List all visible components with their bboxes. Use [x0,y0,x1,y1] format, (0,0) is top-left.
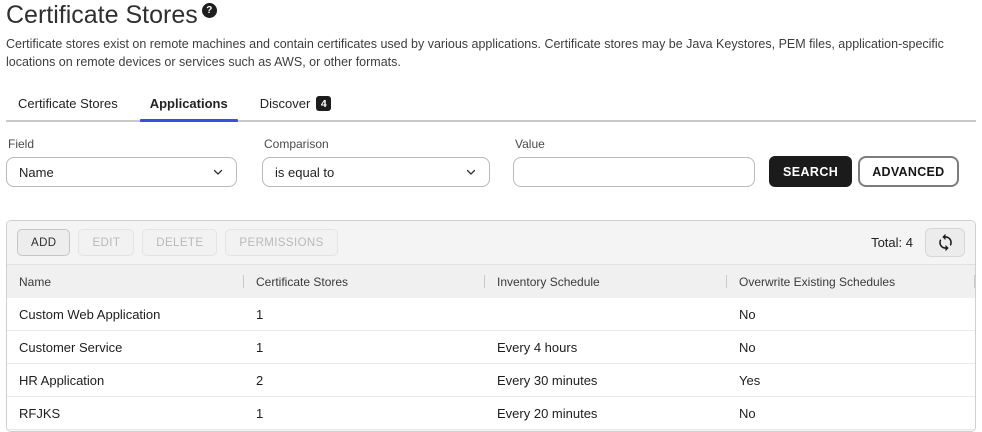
cell-inventory-schedule: Every 30 minutes [485,364,727,396]
tab-applications[interactable]: Applications [140,96,238,120]
add-button[interactable]: ADD [17,229,70,256]
table-header: Name Certificate Stores Inventory Schedu… [7,264,975,298]
cell-overwrite: Yes [727,364,975,396]
certificate-stores-page: Certificate Stores ? Certificate stores … [0,0,982,432]
comparison-select[interactable]: is equal to [262,157,490,187]
tab-certificate-stores[interactable]: Certificate Stores [8,96,128,120]
edit-button[interactable]: EDIT [78,229,134,256]
column-header-name[interactable]: Name [7,265,244,298]
field-select[interactable]: Name [6,157,237,187]
table-toolbar: ADD EDIT DELETE PERMISSIONS Total: 4 [7,221,975,264]
table-row[interactable]: Customer Service 1 Every 4 hours No [7,331,975,364]
search-form: Field Name Comparison is equal to Value … [6,137,976,187]
chevron-down-icon [212,166,224,178]
value-label: Value [515,137,755,151]
field-selected-value: Name [19,165,54,180]
cell-inventory-schedule: Every 4 hours [485,331,727,363]
column-header-overwrite-existing-schedules[interactable]: Overwrite Existing Schedules [727,265,975,298]
cell-certificate-stores: 1 [244,298,485,330]
advanced-button[interactable]: ADVANCED [858,156,958,187]
cell-certificate-stores: 1 [244,331,485,363]
cell-overwrite: No [727,331,975,363]
refresh-button[interactable] [925,228,965,257]
field-label: Field [8,137,237,151]
delete-button[interactable]: DELETE [142,229,217,256]
tab-label: Certificate Stores [18,96,118,111]
value-input[interactable] [513,157,755,187]
tab-label: Applications [150,96,228,111]
cell-name: HR Application [7,364,244,396]
table-row[interactable]: HR Application 2 Every 30 minutes Yes [7,364,975,397]
cell-certificate-stores: 1 [244,397,485,429]
cell-certificate-stores: 2 [244,364,485,396]
help-icon[interactable]: ? [202,3,217,18]
column-header-certificate-stores[interactable]: Certificate Stores [244,265,485,298]
table-row[interactable]: Custom Web Application 1 No [7,298,975,331]
comparison-label: Comparison [264,137,490,151]
total-count: Total: 4 [871,235,913,250]
applications-panel: ADD EDIT DELETE PERMISSIONS Total: 4 Nam… [6,220,976,432]
tab-bar: Certificate Stores Applications Discover… [6,96,976,122]
tab-discover[interactable]: Discover 4 [250,96,342,120]
search-button[interactable]: SEARCH [769,156,852,187]
page-header: Certificate Stores ? [6,2,976,30]
cell-name: Customer Service [7,331,244,363]
cell-inventory-schedule [485,298,727,330]
tab-label: Discover [260,96,311,111]
cell-name: RFJKS [7,397,244,429]
cell-inventory-schedule: Every 20 minutes [485,397,727,429]
refresh-icon [936,233,955,252]
table-row[interactable]: RFJKS 1 Every 20 minutes No [7,397,975,430]
cell-overwrite: No [727,298,975,330]
comparison-selected-value: is equal to [275,165,334,180]
cell-overwrite: No [727,397,975,429]
cell-name: Custom Web Application [7,298,244,330]
discover-count-badge: 4 [316,96,331,111]
chevron-down-icon [465,166,477,178]
page-title: Certificate Stores [6,2,198,30]
column-header-inventory-schedule[interactable]: Inventory Schedule [485,265,727,298]
page-description: Certificate stores exist on remote machi… [6,35,954,73]
permissions-button[interactable]: PERMISSIONS [225,229,337,256]
